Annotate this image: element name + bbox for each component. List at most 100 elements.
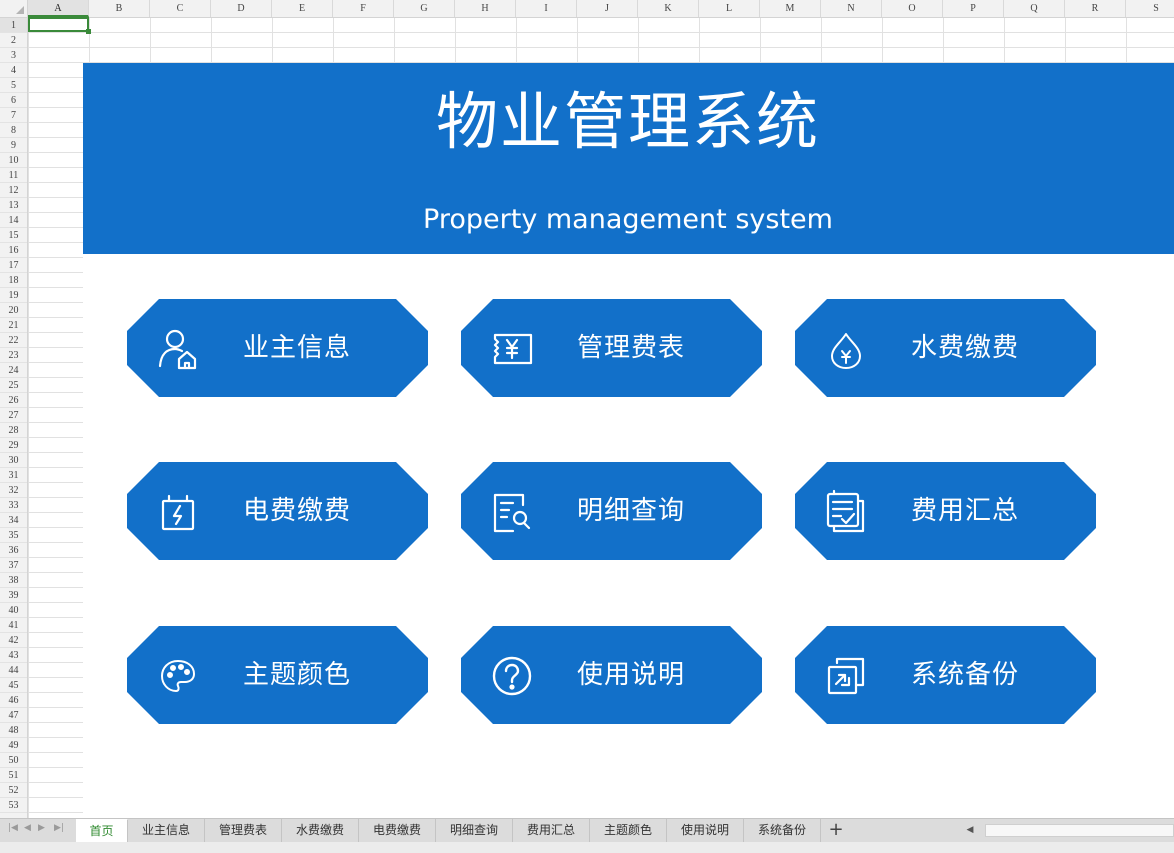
- row-header-28[interactable]: 28: [0, 423, 27, 438]
- column-header-c[interactable]: C: [150, 0, 211, 17]
- row-header-9[interactable]: 9: [0, 138, 27, 153]
- row-header-35[interactable]: 35: [0, 528, 27, 543]
- column-header-g[interactable]: G: [394, 0, 455, 17]
- user-guide-button[interactable]: 使用说明: [461, 626, 762, 724]
- column-header-s[interactable]: S: [1126, 0, 1174, 17]
- theme-color-button[interactable]: 主题颜色: [127, 626, 428, 724]
- row-header-36[interactable]: 36: [0, 543, 27, 558]
- add-sheet-button[interactable]: +: [826, 819, 846, 842]
- column-header-r[interactable]: R: [1065, 0, 1126, 17]
- row-header-15[interactable]: 15: [0, 228, 27, 243]
- row-header-13[interactable]: 13: [0, 198, 27, 213]
- row-header-6[interactable]: 6: [0, 93, 27, 108]
- column-header-q[interactable]: Q: [1004, 0, 1065, 17]
- sheet-tab-9[interactable]: 系统备份: [744, 819, 821, 842]
- row-header-12[interactable]: 12: [0, 183, 27, 198]
- column-header-l[interactable]: L: [699, 0, 760, 17]
- last-sheet-icon[interactable]: ▶|: [54, 823, 64, 833]
- row-header-3[interactable]: 3: [0, 48, 27, 63]
- row-header-1[interactable]: 1: [0, 18, 27, 33]
- row-header-41[interactable]: 41: [0, 618, 27, 633]
- select-all-corner[interactable]: [0, 0, 28, 18]
- horizontal-scrollbar[interactable]: [985, 824, 1174, 837]
- row-header-34[interactable]: 34: [0, 513, 27, 528]
- water-fee-button[interactable]: 水费缴费: [795, 299, 1096, 397]
- column-header-d[interactable]: D: [211, 0, 272, 17]
- row-header-19[interactable]: 19: [0, 288, 27, 303]
- row-header-32[interactable]: 32: [0, 483, 27, 498]
- cost-summary-button[interactable]: 费用汇总: [795, 462, 1096, 560]
- row-header-5[interactable]: 5: [0, 78, 27, 93]
- row-header-23[interactable]: 23: [0, 348, 27, 363]
- sheet-tab-1[interactable]: 业主信息: [128, 819, 205, 842]
- sheet-tab-5[interactable]: 明细查询: [436, 819, 513, 842]
- row-header-10[interactable]: 10: [0, 153, 27, 168]
- row-header-22[interactable]: 22: [0, 333, 27, 348]
- row-header-20[interactable]: 20: [0, 303, 27, 318]
- column-header-o[interactable]: O: [882, 0, 943, 17]
- row-header-46[interactable]: 46: [0, 693, 27, 708]
- row-header-48[interactable]: 48: [0, 723, 27, 738]
- row-header-43[interactable]: 43: [0, 648, 27, 663]
- detail-query-button[interactable]: 明细查询: [461, 462, 762, 560]
- column-header-m[interactable]: M: [760, 0, 821, 17]
- row-header-14[interactable]: 14: [0, 213, 27, 228]
- row-header-51[interactable]: 51: [0, 768, 27, 783]
- row-header-25[interactable]: 25: [0, 378, 27, 393]
- row-header-38[interactable]: 38: [0, 573, 27, 588]
- sheet-tab-4[interactable]: 电费缴费: [359, 819, 436, 842]
- column-header-a[interactable]: A: [28, 0, 89, 17]
- prev-sheet-icon[interactable]: ◀: [24, 823, 31, 833]
- row-header-39[interactable]: 39: [0, 588, 27, 603]
- row-header-2[interactable]: 2: [0, 33, 27, 48]
- system-backup-button[interactable]: 系统备份: [795, 626, 1096, 724]
- row-header-47[interactable]: 47: [0, 708, 27, 723]
- next-sheet-icon[interactable]: ▶: [38, 823, 45, 833]
- column-header-i[interactable]: I: [516, 0, 577, 17]
- row-header-21[interactable]: 21: [0, 318, 27, 333]
- row-header-52[interactable]: 52: [0, 783, 27, 798]
- row-header-50[interactable]: 50: [0, 753, 27, 768]
- row-header-29[interactable]: 29: [0, 438, 27, 453]
- management-fee-button[interactable]: 管理费表: [461, 299, 762, 397]
- row-header-37[interactable]: 37: [0, 558, 27, 573]
- column-header-k[interactable]: K: [638, 0, 699, 17]
- active-cell-a1[interactable]: [28, 17, 91, 34]
- sheet-tab-2[interactable]: 管理费表: [205, 819, 282, 842]
- row-header-53[interactable]: 53: [0, 798, 27, 813]
- row-header-24[interactable]: 24: [0, 363, 27, 378]
- column-header-n[interactable]: N: [821, 0, 882, 17]
- row-header-40[interactable]: 40: [0, 603, 27, 618]
- sheet-tab-3[interactable]: 水费缴费: [282, 819, 359, 842]
- row-header-11[interactable]: 11: [0, 168, 27, 183]
- row-header-27[interactable]: 27: [0, 408, 27, 423]
- row-header-26[interactable]: 26: [0, 393, 27, 408]
- row-header-4[interactable]: 4: [0, 63, 27, 78]
- row-header-30[interactable]: 30: [0, 453, 27, 468]
- row-header-45[interactable]: 45: [0, 678, 27, 693]
- row-header-8[interactable]: 8: [0, 123, 27, 138]
- owner-info-button[interactable]: 业主信息: [127, 299, 428, 397]
- column-header-e[interactable]: E: [272, 0, 333, 17]
- row-header-7[interactable]: 7: [0, 108, 27, 123]
- row-header-49[interactable]: 49: [0, 738, 27, 753]
- first-sheet-icon[interactable]: |◀: [8, 823, 18, 833]
- sheet-tab-7[interactable]: 主题颜色: [590, 819, 667, 842]
- column-header-p[interactable]: P: [943, 0, 1004, 17]
- column-header-j[interactable]: J: [577, 0, 638, 17]
- row-header-16[interactable]: 16: [0, 243, 27, 258]
- column-header-f[interactable]: F: [333, 0, 394, 17]
- sheet-tab-6[interactable]: 费用汇总: [513, 819, 590, 842]
- row-header-44[interactable]: 44: [0, 663, 27, 678]
- column-header-h[interactable]: H: [455, 0, 516, 17]
- row-header-17[interactable]: 17: [0, 258, 27, 273]
- column-header-b[interactable]: B: [89, 0, 150, 17]
- row-header-31[interactable]: 31: [0, 468, 27, 483]
- row-header-42[interactable]: 42: [0, 633, 27, 648]
- electric-fee-button[interactable]: 电费缴费: [127, 462, 428, 560]
- sheet-tab-8[interactable]: 使用说明: [667, 819, 744, 842]
- scroll-left-icon[interactable]: ◀: [963, 823, 977, 837]
- row-header-18[interactable]: 18: [0, 273, 27, 288]
- sheet-tab-0[interactable]: 首页: [76, 819, 128, 842]
- row-header-33[interactable]: 33: [0, 498, 27, 513]
